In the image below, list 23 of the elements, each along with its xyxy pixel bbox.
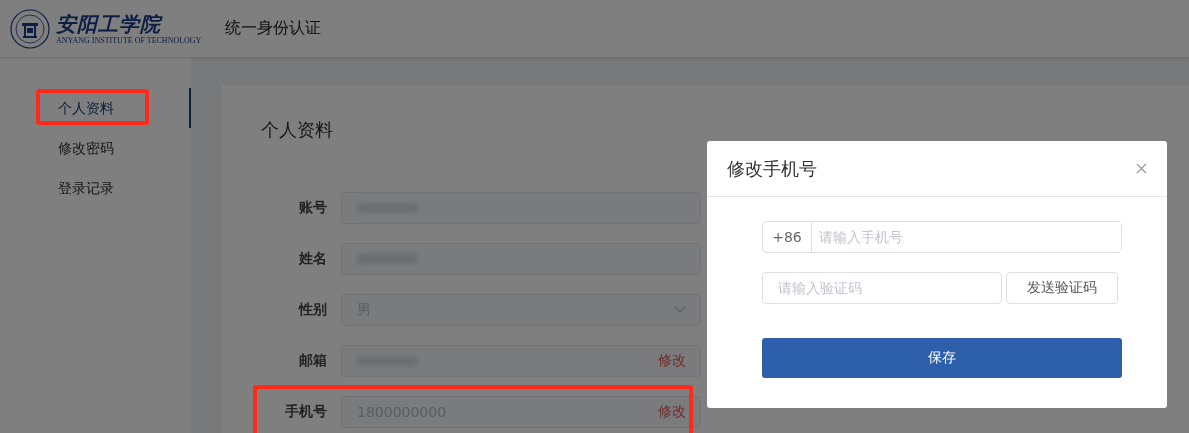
sidebar-item[interactable]: 登录记录 [0,168,191,208]
edit-link[interactable]: 修改 [658,403,686,421]
university-logo-subtitle: ANYANG INSTITUTE OF TECHNOLOGY [56,36,202,45]
field-label: 邮箱 [298,352,327,370]
field-label: 姓名 [298,250,327,268]
sidebar-item[interactable]: 修改密码 [0,128,191,168]
close-icon[interactable] [1136,163,1147,174]
code-field[interactable]: 请输入验证码 [762,272,1002,304]
field-label: 账号 [298,199,327,217]
emblem-icon [10,8,50,49]
input-field[interactable]: 修改 [341,345,701,377]
phone-field[interactable]: +86 请输入手机号 [762,221,1122,253]
university-logo-name: 安阳工学院 [56,12,161,36]
field-label: 手机号 [284,403,327,421]
chevron-down-icon [674,306,686,314]
send-code-button[interactable]: 发送验证码 [1006,272,1118,304]
edit-link[interactable]: 修改 [658,352,686,370]
field-label: 性别 [297,301,327,319]
sidebar-item[interactable]: 个人资料 [0,88,191,128]
save-button[interactable]: 保存 [762,338,1122,378]
dialog-title: 修改手机号 [727,156,817,181]
section-title: 个人资料 [261,118,334,142]
site-title: 统一身份认证 [225,18,322,39]
